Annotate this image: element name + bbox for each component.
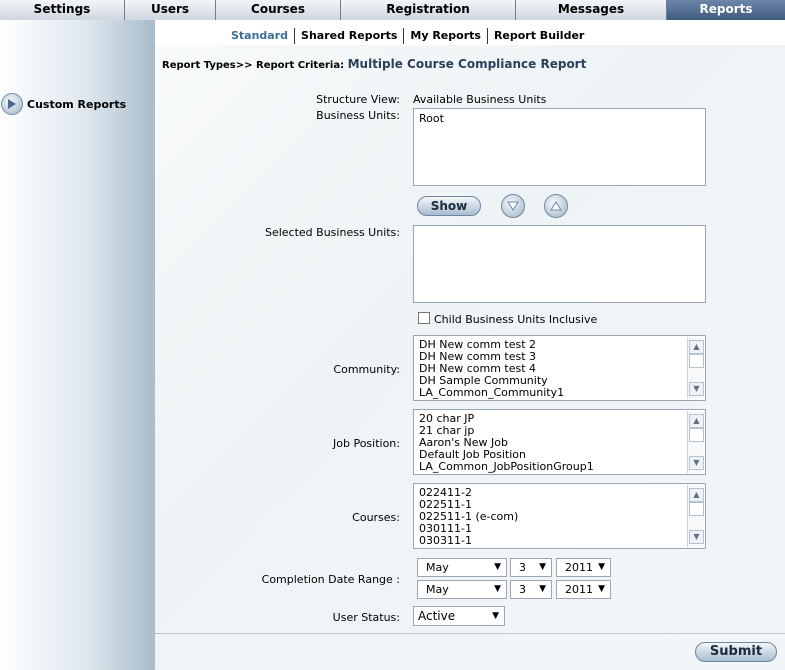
completion-date-range-label: Completion Date Range :	[261, 573, 400, 586]
courses-listbox[interactable]: 022411-2 022511-1 022511-1 (e-com) 03011…	[413, 483, 706, 549]
selected-business-units-label: Selected Business Units:	[264, 226, 400, 239]
chevron-down-icon: ▼	[494, 584, 501, 594]
chevron-down-icon: ▼	[598, 584, 605, 594]
scroll-thumb[interactable]	[689, 502, 704, 516]
business-units-label: Business Units:	[316, 109, 400, 122]
arrow-up-icon	[550, 201, 562, 211]
chevron-down-icon: ▼	[494, 562, 501, 572]
child-business-units-label: Child Business Units Inclusive	[434, 313, 598, 326]
sidebar: Custom Reports	[0, 20, 155, 670]
list-item[interactable]: Root	[414, 113, 705, 125]
arrow-down-icon	[507, 201, 519, 211]
breadcrumb: Report Types>> Report Criteria: Multiple…	[162, 57, 586, 71]
community-listbox[interactable]: DH New comm test 2 DH New comm test 3 DH…	[413, 335, 706, 401]
date-to-day-select[interactable]: 3 ▼	[510, 580, 552, 599]
job-position-listbox[interactable]: 20 char JP 21 char jp Aaron's New Job De…	[413, 409, 706, 475]
select-value: 3	[519, 583, 526, 596]
sidebar-item-label: Custom Reports	[27, 97, 127, 111]
move-down-button[interactable]	[501, 194, 525, 218]
scroll-down-icon[interactable]: ▼	[689, 530, 704, 544]
submit-button[interactable]: Submit	[695, 642, 777, 662]
scroll-thumb[interactable]	[689, 428, 704, 442]
date-from-year-select[interactable]: 2011 ▼	[556, 558, 611, 577]
job-position-label: Job Position:	[333, 437, 400, 450]
tab-registration[interactable]: Registration	[341, 0, 516, 20]
select-value: May	[426, 583, 449, 596]
user-status-select[interactable]: Active ▼	[413, 606, 505, 626]
child-business-units-checkbox[interactable]	[418, 312, 430, 324]
tab-settings[interactable]: Settings	[0, 0, 125, 20]
courses-label: Courses:	[352, 511, 400, 524]
scrollbar[interactable]: ▲ ▼	[687, 485, 704, 547]
tab-messages[interactable]: Messages	[516, 0, 667, 20]
chevron-down-icon: ▼	[598, 562, 605, 572]
scroll-down-icon[interactable]: ▼	[689, 456, 704, 470]
tab-courses[interactable]: Courses	[216, 0, 341, 20]
select-value: 2011	[565, 583, 593, 596]
show-button[interactable]: Show	[417, 196, 481, 216]
date-from-day-select[interactable]: 3 ▼	[510, 558, 552, 577]
user-status-label: User Status:	[332, 611, 400, 624]
tab-users[interactable]: Users	[125, 0, 216, 20]
play-arrow-icon	[1, 93, 23, 115]
subnav-standard[interactable]: Standard	[225, 28, 296, 44]
move-up-button[interactable]	[544, 194, 568, 218]
main-panel: Report Types>> Report Criteria: Multiple…	[155, 45, 785, 670]
breadcrumb-report-criteria: Report Criteria:	[256, 60, 345, 71]
scrollbar[interactable]: ▲ ▼	[687, 337, 704, 399]
scrollbar[interactable]: ▲ ▼	[687, 411, 704, 473]
date-to-month-select[interactable]: May ▼	[417, 580, 507, 599]
list-item[interactable]: LA_Common_Community1	[414, 387, 705, 399]
page-title: Multiple Course Compliance Report	[347, 57, 587, 71]
select-value: Active	[418, 609, 456, 623]
subnav-my-reports[interactable]: My Reports	[404, 28, 488, 44]
select-value: May	[426, 561, 449, 574]
select-value: 2011	[565, 561, 593, 574]
chevron-down-icon: ▼	[492, 611, 499, 621]
sub-nav: Standard Shared Reports My Reports Repor…	[225, 27, 590, 45]
scroll-down-icon[interactable]: ▼	[689, 382, 704, 396]
chevron-down-icon: ▼	[539, 584, 546, 594]
list-item[interactable]: LA_Common_JobPositionGroup1	[414, 461, 705, 473]
scroll-up-icon[interactable]: ▲	[689, 488, 704, 502]
date-to-year-select[interactable]: 2011 ▼	[556, 580, 611, 599]
divider	[155, 633, 785, 634]
date-from-month-select[interactable]: May ▼	[417, 558, 507, 577]
scroll-up-icon[interactable]: ▲	[689, 414, 704, 428]
scroll-thumb[interactable]	[689, 354, 704, 368]
structure-view-label: Structure View:	[316, 93, 400, 106]
tab-reports[interactable]: Reports	[667, 0, 785, 20]
structure-view-value: Available Business Units	[413, 93, 547, 106]
scroll-up-icon[interactable]: ▲	[689, 340, 704, 354]
community-label: Community:	[333, 363, 400, 376]
subnav-report-builder[interactable]: Report Builder	[488, 28, 590, 44]
sidebar-item-custom-reports[interactable]: Custom Reports	[1, 93, 126, 115]
select-value: 3	[519, 561, 526, 574]
list-item[interactable]: 030311-1	[414, 535, 705, 547]
selected-business-units-listbox[interactable]	[413, 225, 706, 303]
chevron-down-icon: ▼	[539, 562, 546, 572]
business-units-listbox[interactable]: Root	[413, 108, 706, 186]
breadcrumb-report-types[interactable]: Report Types>>	[162, 60, 253, 71]
subnav-shared-reports[interactable]: Shared Reports	[295, 28, 405, 44]
top-nav: Settings Users Courses Registration Mess…	[0, 0, 785, 20]
